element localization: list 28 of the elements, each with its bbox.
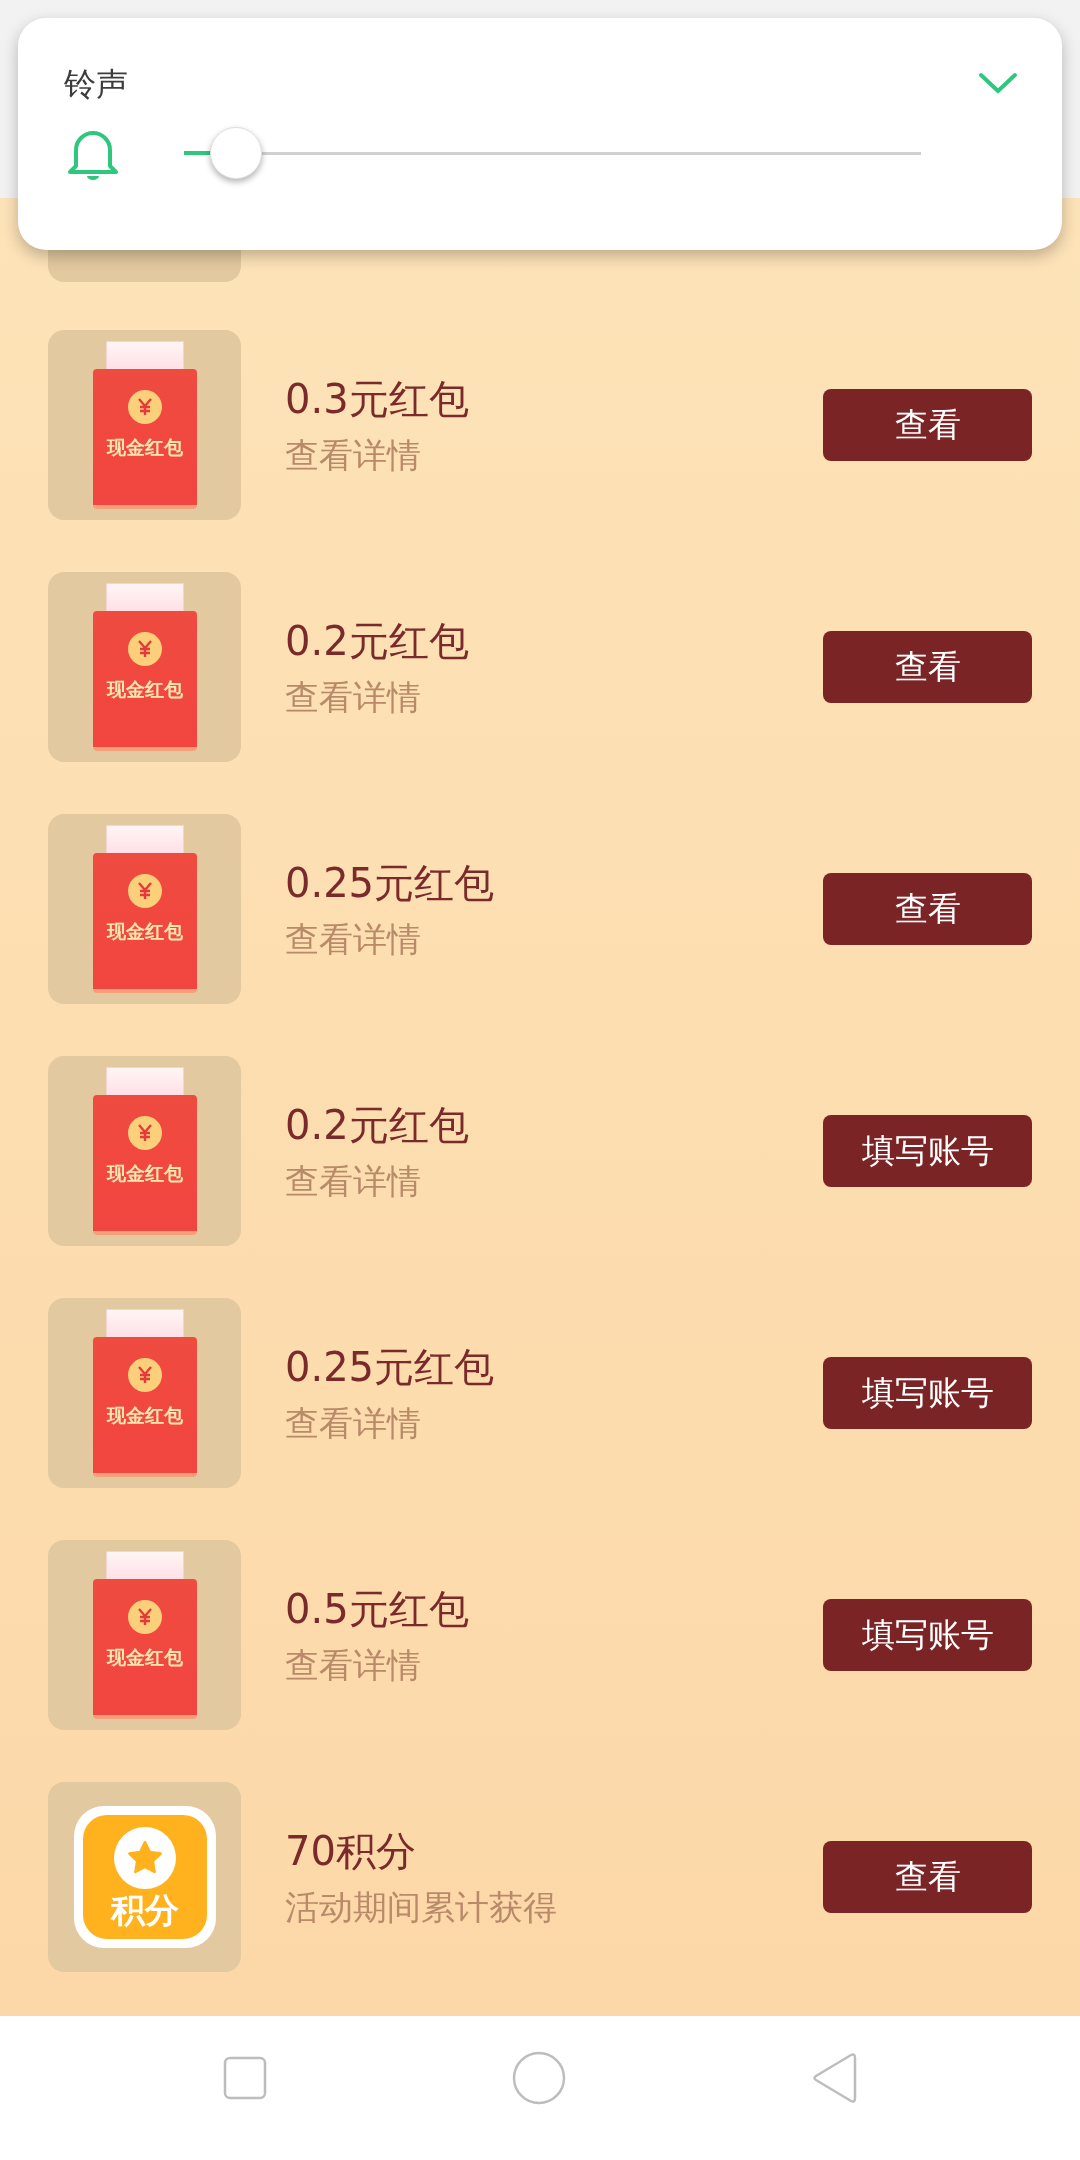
reward-title: 0.25元红包 bbox=[285, 858, 496, 908]
reward-subtitle: 查看详情 bbox=[285, 1401, 422, 1445]
action-button[interactable]: 填写账号 bbox=[823, 1115, 1032, 1187]
panel-title: 铃声 bbox=[64, 64, 128, 105]
reward-title: 0.2元红包 bbox=[285, 616, 470, 666]
reward-title: 0.25元红包 bbox=[285, 1342, 496, 1392]
star-points-icon: 积分 bbox=[73, 1806, 216, 1948]
home-icon[interactable] bbox=[512, 2051, 566, 2105]
chevron-down-icon[interactable] bbox=[978, 72, 1018, 96]
volume-slider[interactable] bbox=[184, 127, 921, 179]
reward-title: 0.2元红包 bbox=[285, 1100, 470, 1150]
reward-subtitle: 查看详情 bbox=[285, 917, 422, 961]
recents-icon[interactable] bbox=[223, 2056, 267, 2100]
reward-subtitle: 查看详情 bbox=[285, 433, 422, 477]
action-button[interactable]: 填写账号 bbox=[823, 1599, 1032, 1671]
reward-subtitle: 活动期间累计获得 bbox=[285, 1885, 558, 1929]
reward-title: 0.5元红包 bbox=[285, 1584, 470, 1634]
reward-title: 70积分 bbox=[285, 1826, 417, 1876]
action-button[interactable]: 查看 bbox=[823, 873, 1032, 945]
reward-subtitle: 查看详情 bbox=[285, 1643, 422, 1687]
action-button[interactable]: 填写账号 bbox=[823, 1357, 1032, 1429]
action-button[interactable]: 查看 bbox=[823, 1841, 1032, 1913]
action-button[interactable]: 查看 bbox=[823, 631, 1032, 703]
reward-title: 0.3元红包 bbox=[285, 374, 470, 424]
reward-subtitle: 查看详情 bbox=[285, 675, 422, 719]
reward-subtitle: 查看详情 bbox=[285, 1159, 422, 1203]
back-icon[interactable] bbox=[811, 2052, 857, 2104]
action-button[interactable]: 查看 bbox=[823, 389, 1032, 461]
